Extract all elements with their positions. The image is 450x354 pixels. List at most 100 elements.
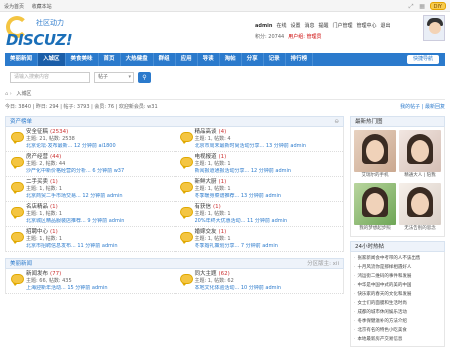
forum-name[interactable]: 新闻发布 [26, 271, 48, 277]
forum-last-post[interactable]: 北京论坛·发布最新... 12 分钟前 ai1800 [26, 143, 175, 150]
user-link-messages[interactable]: 消息 [304, 22, 314, 29]
home-icon[interactable]: ⌂ › [5, 91, 12, 97]
username-link[interactable]: admin [255, 23, 272, 29]
nav-item-guide[interactable]: 导读 [198, 53, 220, 66]
forum-name[interactable]: 有获信 [195, 204, 212, 210]
list-item[interactable]: 成都的城市休闲娱乐活动 [354, 308, 441, 317]
section-header[interactable]: 资产榜单 ⊖ [5, 116, 344, 127]
forum-name[interactable]: 房产经营 [26, 154, 48, 160]
pic-image[interactable] [354, 183, 396, 225]
bookmark-link[interactable]: 收藏本站 [32, 4, 52, 10]
forum-item[interactable]: 招聘中心 (1) 主题: 1, 帖数: 1 北京市招聘信息发布... 11 分钟前… [6, 227, 175, 252]
forum-last-post[interactable]: 北京商贸二手市场交易... 12 分钟前 admin [26, 193, 175, 200]
forum-name[interactable]: 招聘中心 [26, 229, 48, 235]
nav-item-collection[interactable]: 淘帖 [220, 53, 242, 66]
forum-name[interactable]: 精品高谈 [195, 129, 217, 135]
forum-last-post[interactable]: 沙产化中新价格经营的分析... 6 分钟前 w37 [26, 168, 175, 175]
forum-last-post[interactable]: 北京城区精品服装店推荐... 9 分钟前 admin [26, 218, 175, 225]
forum-name[interactable]: 新鲜大厨 [195, 179, 217, 185]
forum-item[interactable]: 有获信 (1) 主题: 1, 帖数: 1 20%年终大优惠活动... 11 分钟前… [174, 202, 344, 227]
nav-item-city[interactable]: 入城区 [38, 53, 66, 66]
pic-caption[interactable]: 我的梦想起步照 [354, 225, 396, 233]
forum-name[interactable]: 婚嫁交友 [195, 229, 217, 235]
pic-image[interactable] [399, 130, 441, 172]
section-moderators[interactable]: 分区版主: xii [307, 259, 339, 269]
site-logo[interactable]: 社区动力 DISCUZ! [6, 16, 76, 50]
list-item[interactable]: 北京有名的特色小吃美食 [354, 326, 441, 335]
forum-item[interactable]: 精品高谈 (4) 主题: 1, 帖数: 4 北京市周末最新时尚活动分享... 13… [174, 127, 344, 152]
user-link-notices[interactable]: 提醒 [318, 22, 328, 29]
pic-item[interactable]: 精通大人 | 陪我 [399, 130, 441, 180]
forum-item[interactable]: 二手买卖 (1) 主题: 1, 帖数: 1 北京商贸二手市场交易... 12 分钟… [6, 177, 175, 202]
pic-caption[interactable]: 精通大人 | 陪我 [399, 172, 441, 180]
user-link-admin[interactable]: 管理中心 [357, 22, 377, 29]
search-input[interactable]: 请输入搜索内容 [10, 72, 90, 83]
forum-item[interactable]: 名店精品 (1) 主题: 1, 帖数: 1 北京城区精品服装店推荐... 9 分钟… [6, 202, 175, 227]
forum-name[interactable]: 二手买卖 [26, 179, 48, 185]
pic-image[interactable] [354, 130, 396, 172]
forum-item[interactable]: 新闻发布 (77) 主题: 66, 帖数: 435 上海迎新年活动... 15 分… [6, 269, 175, 294]
forum-name[interactable]: 安全征稿 [26, 129, 48, 135]
grid-icon[interactable]: ▦ [419, 3, 426, 10]
nav-item-news[interactable]: 美丽新闻 [5, 53, 39, 66]
nav-item-food[interactable]: 美食美味 [66, 53, 99, 66]
user-link-online[interactable]: 在线 [276, 22, 286, 29]
stats-links[interactable]: 我的帖子 | 最新回复 [400, 102, 445, 112]
nav-item-share[interactable]: 分享 [242, 53, 264, 66]
points-label[interactable]: 积分: 20744 [255, 33, 284, 40]
nav-item-record[interactable]: 记录 [264, 53, 286, 66]
forum-item[interactable]: 同大主题 (62) 主题: 1, 帖数: 62 本地文化体验活动... 10 分钟… [174, 269, 344, 294]
pic-item[interactable]: 我的梦想起步照 [354, 183, 396, 233]
list-item[interactable]: 十月风流你是那样相遇好人 [354, 263, 441, 272]
nav-item-hot[interactable]: 大热健盘 [121, 53, 154, 66]
forum-last-post[interactable]: 冬季暖身菜谱推荐... 13 分钟前 admin [195, 193, 344, 200]
forum-last-post[interactable]: 冬季婚礼策划分享... 7 分钟前 admin [195, 243, 344, 250]
list-item[interactable]: 中华是中国中式的美的中国 [354, 281, 441, 290]
list-item[interactable]: 本地最新房产交易信息 [354, 335, 441, 344]
forum-last-post[interactable]: 20%年终大优惠活动... 11 分钟前 admin [195, 218, 344, 225]
pic-caption[interactable]: 无法告别的思念 [399, 225, 441, 233]
nav-item-apps[interactable]: 应用 [176, 53, 198, 66]
list-item[interactable]: 快乐家的春天的文化和发展 [354, 290, 441, 299]
nav-item-home[interactable]: 首页 [99, 53, 121, 66]
logo-tagline: 社区动力 [36, 19, 64, 27]
expand-icon[interactable]: ⤢ [408, 3, 415, 10]
nav-item-groups[interactable]: 群组 [154, 53, 176, 66]
avatar[interactable] [423, 15, 445, 41]
forum-item[interactable]: 婚嫁交友 (1) 主题: 1, 帖数: 1 冬季婚礼策划分享... 7 分钟前 a… [174, 227, 344, 252]
collapse-icon[interactable]: ⊖ [334, 117, 339, 127]
diy-button[interactable]: DIY [429, 2, 446, 10]
forum-item[interactable]: 房产经营 (44) 主题: 2, 帖数: 44 沙产化中新价格经营的分析... 6… [6, 152, 175, 177]
list-item[interactable]: 女士们的面膜和生活时尚 [354, 299, 441, 308]
quick-nav-button[interactable]: 快捷导航 [406, 55, 439, 64]
forum-item[interactable]: 新鲜大厨 (1) 主题: 1, 帖数: 1 冬季暖身菜谱推荐... 13 分钟前 … [174, 177, 344, 202]
search-button[interactable]: ⚲ [138, 72, 151, 83]
pic-image[interactable] [399, 183, 441, 225]
list-item[interactable]: 鸿运街二维码的事件和发展 [354, 272, 441, 281]
forum-name[interactable]: 同大主题 [195, 271, 217, 277]
search-type-select[interactable]: 帖子 [94, 72, 134, 83]
forum-last-post[interactable]: 本地文化体验活动... 10 分钟前 admin [195, 285, 344, 292]
forum-last-post[interactable]: 北京市周末最新时尚活动分享... 13 分钟前 admin [195, 143, 344, 150]
avatar-face [429, 22, 441, 34]
list-item[interactable]: 张家新闻会中考带的人不该出售 [354, 254, 441, 263]
user-link-settings[interactable]: 设置 [290, 22, 300, 29]
breadcrumb-current[interactable]: 入城区 [16, 91, 31, 97]
pic-caption[interactable]: 艾瑞尔的手机 [354, 172, 396, 180]
forum-item[interactable]: 电视报道 (1) 主题: 1, 帖数: 1 新闻报道通报活动分享... 12 分钟… [174, 152, 344, 177]
forum-last-post[interactable]: 北京市招聘信息发布... 11 分钟前 admin [26, 243, 175, 250]
user-link-portal[interactable]: 门户管理 [333, 22, 353, 29]
set-homepage-link[interactable]: 设为首页 [4, 4, 24, 10]
section-header[interactable]: 美丽新闻 分区版主: xii [5, 258, 344, 269]
forum-last-post[interactable]: 上海迎新年活动... 15 分钟前 admin [26, 285, 175, 292]
forum-name[interactable]: 电视报道 [195, 154, 217, 160]
forum-name[interactable]: 名店精品 [26, 204, 48, 210]
user-link-logout[interactable]: 退出 [381, 22, 391, 29]
nav-item-ranking[interactable]: 排行榜 [286, 53, 314, 66]
pic-item[interactable]: 无法告别的思念 [399, 183, 441, 233]
group-label[interactable]: 用户组: 管理员 [288, 33, 321, 40]
forum-last-post[interactable]: 新闻报道通报活动分享... 12 分钟前 admin [195, 168, 344, 175]
pic-item[interactable]: 艾瑞尔的手机 [354, 130, 396, 180]
list-item[interactable]: 冬季保健滋补的方法介绍 [354, 317, 441, 326]
forum-item[interactable]: 安全征稿 (2534) 主题: 21, 帖数: 2538 北京论坛·发布最新...… [6, 127, 175, 152]
